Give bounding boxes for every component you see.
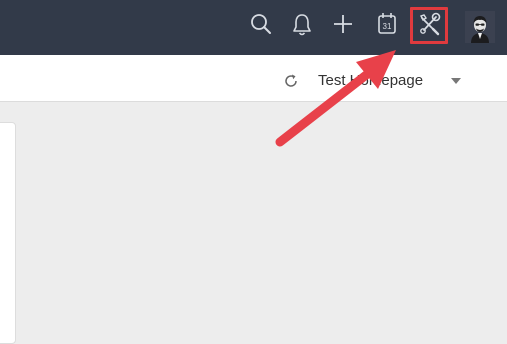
homepage-toolbar: Test Homepage bbox=[0, 55, 507, 102]
content-panel bbox=[0, 122, 16, 344]
avatar[interactable] bbox=[465, 11, 495, 43]
calendar-icon[interactable]: 31 bbox=[372, 8, 402, 42]
plus-icon[interactable] bbox=[328, 8, 358, 42]
chevron-down-icon bbox=[451, 78, 461, 84]
search-icon[interactable] bbox=[245, 8, 275, 42]
homepage-selector-label: Test Homepage bbox=[318, 72, 424, 89]
homepage-selector[interactable]: Test Homepage bbox=[318, 72, 468, 94]
top-navigation-bar: 31 bbox=[0, 0, 507, 55]
refresh-icon[interactable] bbox=[282, 72, 300, 90]
tools-icon[interactable] bbox=[414, 8, 444, 42]
calendar-day-number: 31 bbox=[383, 22, 392, 31]
bell-icon[interactable] bbox=[287, 8, 317, 42]
